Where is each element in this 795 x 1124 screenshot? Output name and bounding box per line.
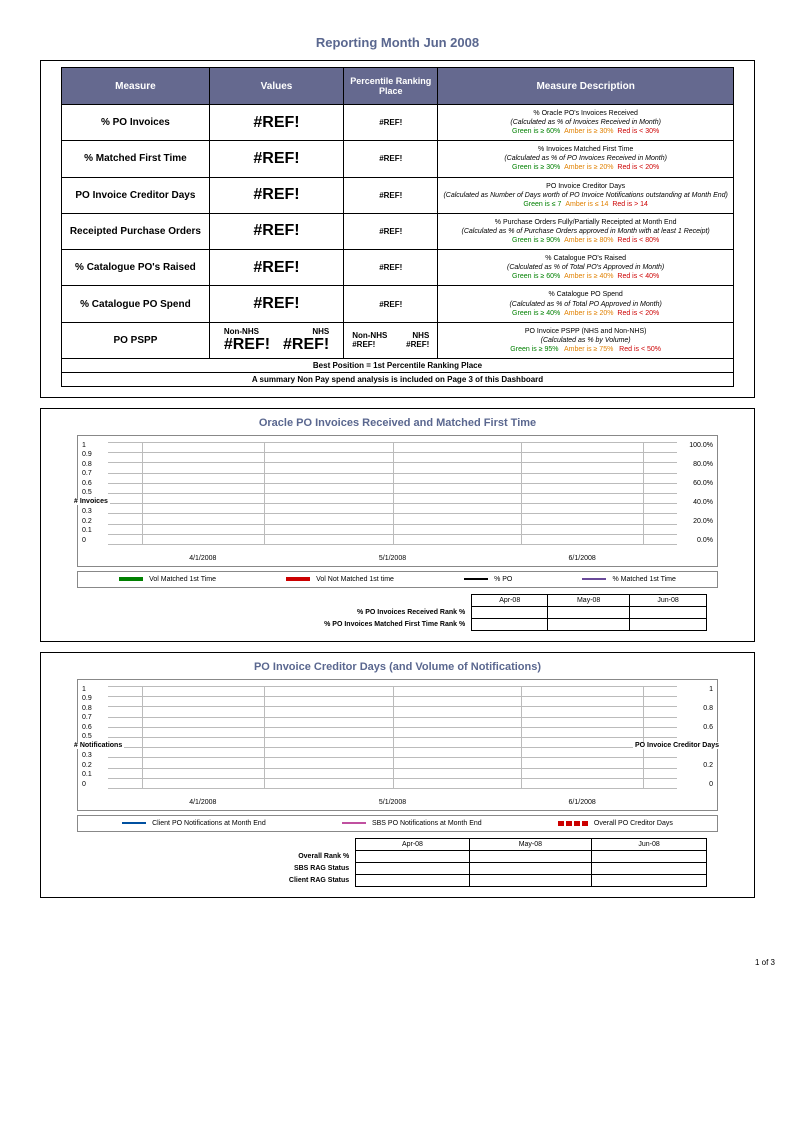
pspp-amber: Amber is ≥ 75% [564, 346, 613, 353]
table-row: % Catalogue PO's Raised#REF!#REF!% Catal… [62, 250, 734, 286]
leg1-1: Vol Not Matched 1st time [316, 576, 394, 583]
col-description: Measure Description [438, 68, 734, 105]
measure-desc: % Oracle PO's Invoices Received(Calculat… [438, 105, 734, 141]
chart2-title: PO Invoice Creditor Days (and Volume of … [61, 661, 734, 673]
swatch-purple-icon [582, 578, 606, 580]
c1-mh2: Jun-08 [630, 594, 707, 606]
leg2-0: Client PO Notifications at Month End [152, 820, 266, 827]
pspp-h-nonnhs: Non-NHS [224, 327, 259, 336]
pspp-v-nonnhs: #REF! [224, 336, 270, 354]
leg1-0: Vol Matched 1st Time [149, 576, 216, 583]
table-row: % PO Invoices#REF!#REF!% Oracle PO's Inv… [62, 105, 734, 141]
measure-desc: % Catalogue PO's Raised(Calculated as % … [438, 250, 734, 286]
c2-mr0: Overall Rank % [88, 850, 356, 862]
measure-name: % Catalogue PO's Raised [62, 250, 210, 286]
swatch-red-icon [286, 577, 310, 581]
chart2-ylabel-r: PO Invoice Creditor Days [633, 742, 721, 749]
chart1-panel: Oracle PO Invoices Received and Matched … [40, 408, 755, 642]
pspp-rh-nhs: NHS [412, 331, 429, 340]
measure-name: % Matched First Time [62, 141, 210, 177]
measure-value: #REF! [209, 105, 343, 141]
c2-mr1: SBS RAG Status [88, 862, 356, 874]
measure-value: #REF! [209, 141, 343, 177]
measure-desc: % Purchase Orders Fully/Partially Receip… [438, 213, 734, 249]
measure-desc: % Invoices Matched First Time(Calculated… [438, 141, 734, 177]
measure-rank: #REF! [344, 177, 438, 213]
measure-name: Receipted Purchase Orders [62, 213, 210, 249]
pspp-desc1: PO Invoice PSPP (NHS and Non-NHS) [442, 327, 729, 336]
chart2-mini-table: Apr-08 May-08 Jun-08 Overall Rank % SBS … [88, 838, 707, 887]
measure-rank: #REF! [344, 105, 438, 141]
measures-panel: Measure Values Percentile Ranking Place … [40, 60, 755, 398]
c1-mh1: May-08 [548, 594, 630, 606]
page-title: Reporting Month Jun 2008 [40, 35, 755, 50]
chart1-mini-table: Apr-08 May-08 Jun-08 % PO Invoices Recei… [88, 594, 707, 631]
c2-mr2: Client RAG Status [88, 874, 356, 886]
swatch-black-icon [464, 578, 488, 580]
col-values: Values [209, 68, 343, 105]
pspp-rh-nonnhs: Non-NHS [352, 331, 387, 340]
pspp-v-nhs: #REF! [283, 336, 329, 354]
measure-desc: % Catalogue PO Spend(Calculated as % of … [438, 286, 734, 322]
leg1-2: % PO [494, 576, 512, 583]
pspp-red: Red is < 50% [619, 346, 661, 353]
pspp-desc2: (Calculated as % by Volume) [442, 336, 729, 345]
c1-mr1: % PO Invoices Matched First Time Rank % [88, 618, 472, 630]
leg2-1: SBS PO Notifications at Month End [372, 820, 482, 827]
pspp-r-nhs: #REF! [406, 340, 429, 349]
measures-table: Measure Values Percentile Ranking Place … [61, 67, 734, 387]
measure-name: % PO Invoices [62, 105, 210, 141]
swatch-blue-icon [122, 822, 146, 824]
c2-mh1: May-08 [469, 838, 591, 850]
chart2-legend: Client PO Notifications at Month End SBS… [77, 815, 718, 832]
pspp-h-nhs: NHS [312, 327, 329, 336]
measure-name: PO Invoice Creditor Days [62, 177, 210, 213]
swatch-red-dash-icon [558, 821, 588, 826]
table-row: PO Invoice Creditor Days#REF!#REF!PO Inv… [62, 177, 734, 213]
pspp-values: Non-NHS NHS #REF! #REF! [209, 322, 343, 358]
table-row: % Catalogue PO Spend#REF!#REF!% Catalogu… [62, 286, 734, 322]
chart1-plot: 10.90.80.70.60.50.40.30.20.10 100.0%80.0… [77, 435, 718, 567]
measure-desc: PO Invoice Creditor Days(Calculated as N… [438, 177, 734, 213]
c1-mh0: Apr-08 [472, 594, 548, 606]
row-pspp: PO PSPP Non-NHS NHS #REF! #REF! Non-NHS … [62, 322, 734, 358]
measure-name: % Catalogue PO Spend [62, 286, 210, 322]
chart1-legend: Vol Matched 1st Time Vol Not Matched 1st… [77, 571, 718, 588]
swatch-pink-icon [342, 822, 366, 824]
chart2-panel: PO Invoice Creditor Days (and Volume of … [40, 652, 755, 898]
measure-rank: #REF! [344, 213, 438, 249]
table-footer-1: Best Position = 1st Percentile Ranking P… [62, 358, 734, 372]
measure-value: #REF! [209, 250, 343, 286]
c2-mh0: Apr-08 [356, 838, 470, 850]
measure-value: #REF! [209, 177, 343, 213]
col-percentile: Percentile Ranking Place [344, 68, 438, 105]
chart2-plot: 10.90.80.70.60.50.40.30.20.10 10.80.60.4… [77, 679, 718, 811]
measure-value: #REF! [209, 213, 343, 249]
table-footer-2: A summary Non Pay spend analysis is incl… [62, 372, 734, 386]
chart1-title: Oracle PO Invoices Received and Matched … [61, 417, 734, 429]
pspp-desc: PO Invoice PSPP (NHS and Non-NHS) (Calcu… [438, 322, 734, 358]
leg2-2: Overall PO Creditor Days [594, 820, 673, 827]
table-row: % Matched First Time#REF!#REF!% Invoices… [62, 141, 734, 177]
page-number: 1 of 3 [40, 958, 775, 967]
pspp-green: Green is ≥ 95% [510, 346, 558, 353]
measure-rank: #REF! [344, 250, 438, 286]
table-row: Receipted Purchase Orders#REF!#REF!% Pur… [62, 213, 734, 249]
measure-value: #REF! [209, 286, 343, 322]
leg1-3: % Matched 1st Time [612, 576, 675, 583]
col-measure: Measure [62, 68, 210, 105]
c1-mr0: % PO Invoices Received Rank % [88, 606, 472, 618]
c2-mh2: Jun-08 [592, 838, 707, 850]
chart1-ylabel: # Invoices [72, 498, 110, 505]
pspp-name: PO PSPP [62, 322, 210, 358]
swatch-green-icon [119, 577, 143, 581]
measure-rank: #REF! [344, 286, 438, 322]
measure-rank: #REF! [344, 141, 438, 177]
pspp-r-nonnhs: #REF! [352, 340, 375, 349]
chart2-ylabel: # Notifications [72, 742, 124, 749]
pspp-rank: Non-NHS NHS #REF! #REF! [344, 322, 438, 358]
